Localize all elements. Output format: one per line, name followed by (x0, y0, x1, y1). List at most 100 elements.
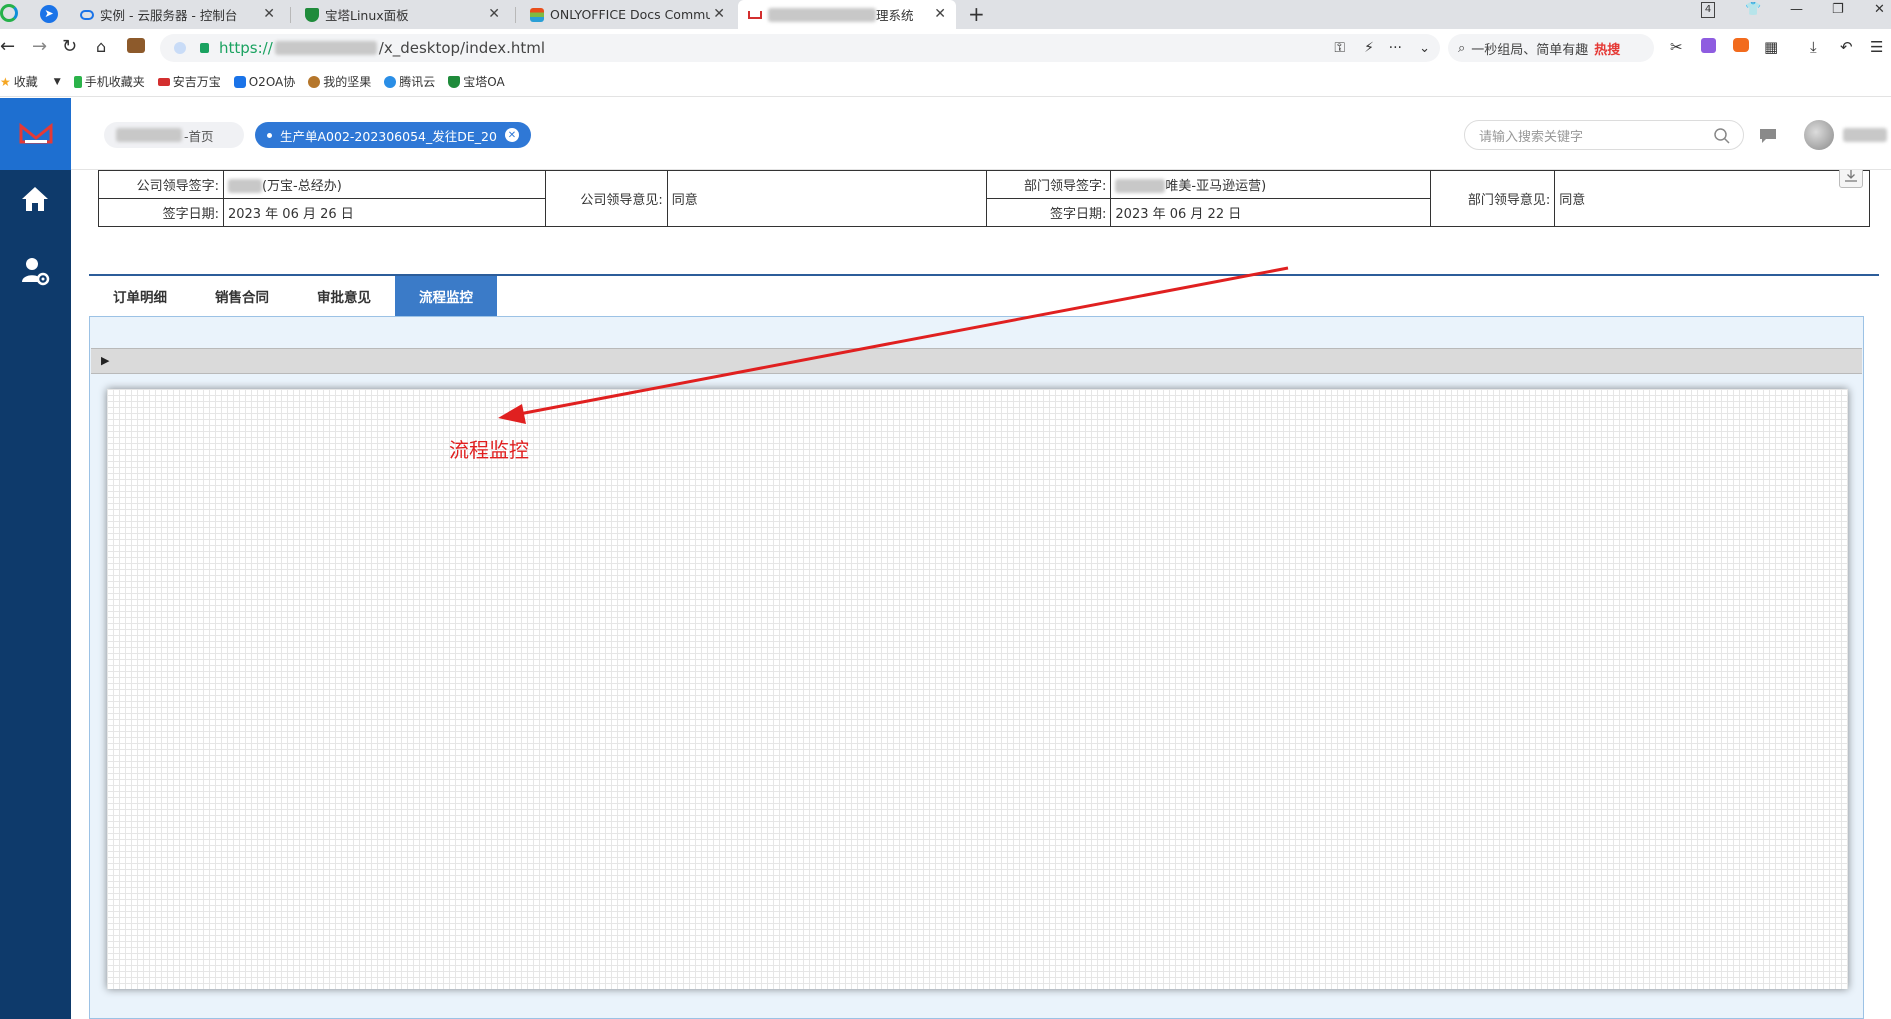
approval-sign-table: 公司领导签字: (万宝-总经办) 公司领导意见: 同意 部门领导签字: 唯美-亚… (98, 170, 1870, 227)
new-tab-button[interactable]: + (968, 2, 985, 26)
app-topbar: -首页 生产单A002-202306054_发往DE_20 ✕ 请输入搜索关键字 (71, 98, 1891, 170)
close-icon[interactable]: ✕ (934, 6, 946, 22)
company-opinion-label: 公司领导意见: (544, 170, 668, 227)
tab-sales-contract[interactable]: 销售合同 (191, 276, 293, 316)
lightning-icon[interactable]: ⚡ (1364, 40, 1374, 56)
briefcase-icon[interactable] (127, 38, 145, 53)
dept-leader-value: 唯美-亚马逊运营) (1110, 170, 1432, 199)
message-icon[interactable] (1759, 128, 1777, 144)
close-icon[interactable]: ✕ (504, 128, 519, 142)
tab-count-badge[interactable]: 4 (1701, 2, 1715, 18)
dept-opinion-label: 部门领导意见: (1430, 170, 1556, 227)
tab-title: 宝塔Linux面板 (325, 8, 409, 23)
close-window-button[interactable]: ✕ (1874, 2, 1885, 17)
browser-tab-bar: ➤ 实例 - 云服务器 - 控制台 ✕ 宝塔Linux面板 ✕ ONLYOFFI… (0, 0, 1891, 29)
avatar[interactable] (1804, 120, 1834, 150)
tab-home[interactable]: -首页 (104, 122, 244, 148)
download-icon (1845, 170, 1857, 182)
tab-process-monitor[interactable]: 流程监控 (395, 276, 497, 316)
forward-icon[interactable]: → (32, 37, 47, 57)
undo-icon[interactable]: ↶ (1840, 38, 1853, 56)
app-logo[interactable] (0, 98, 71, 170)
browser-logo-icon[interactable] (0, 4, 18, 22)
restore-button[interactable]: ❐ (1832, 2, 1844, 17)
tab-separator (290, 7, 291, 23)
search-icon: ⌕ (1458, 40, 1466, 56)
star-icon: ★ (0, 74, 11, 89)
company-date-label: 签字日期: (98, 197, 224, 227)
url-field[interactable]: https:// /x_desktop/index.html ⚿ ⚡ ··· ⌄ (160, 34, 1440, 62)
close-icon[interactable]: ✕ (488, 6, 500, 22)
bookmark-jianguo[interactable]: 我的坚果 (308, 73, 371, 90)
home-icon[interactable]: ⌂ (96, 37, 106, 57)
bookmark-label: 安吉万宝 (172, 75, 221, 89)
bookmark-baota-oa[interactable]: 宝塔OA (448, 73, 505, 90)
user-settings-icon (22, 258, 50, 286)
menu-icon[interactable]: ☰ (1870, 38, 1883, 56)
phone-icon (73, 75, 82, 88)
skin-icon[interactable]: 👕 (1745, 2, 1761, 17)
tab-label: -首页 (184, 128, 214, 144)
bookmark-o2oa[interactable]: O2OA协 (233, 73, 296, 90)
more-icon[interactable]: ··· (1389, 40, 1402, 56)
translate-icon[interactable] (1701, 38, 1716, 53)
shield-icon (448, 75, 461, 88)
search-icon[interactable] (1713, 127, 1731, 145)
search-input[interactable]: 请输入搜索关键字 (1464, 120, 1744, 150)
key-icon[interactable]: ⚿ (1334, 40, 1345, 56)
process-flow-canvas[interactable] (107, 389, 1848, 989)
browser-tab-onlyoffice[interactable]: ONLYOFFICE Docs Commun ✕ (520, 0, 735, 29)
process-monitor-panel: ▶ (89, 316, 1864, 1019)
address-bar: ← → ↻ ⌂ https:// /x_desktop/index.html ⚿… (0, 29, 1891, 67)
bookmark-label: 宝塔OA (463, 75, 505, 89)
redacted-host (274, 41, 377, 55)
game-icon[interactable] (1733, 38, 1749, 52)
table-row: 公司领导签字: (万宝-总经办) 公司领导意见: 同意 部门领导签字: 唯美-亚… (98, 170, 1870, 227)
bookmark-favorites[interactable]: ★ 收藏 ▼ (0, 73, 61, 90)
dept-date-label: 签字日期: (986, 197, 1112, 227)
sidebar-user-settings[interactable] (16, 252, 54, 290)
cloud-icon (384, 75, 397, 88)
browser-tab-cloud-console[interactable]: 实例 - 云服务器 - 控制台 ✕ (70, 0, 285, 29)
home-icon (22, 187, 48, 211)
page-info-icon[interactable] (174, 42, 186, 54)
download-button[interactable] (1839, 170, 1863, 188)
bookmark-tencent-cloud[interactable]: 腾讯云 (384, 73, 435, 90)
scissors-icon[interactable]: ✂ (1670, 38, 1683, 56)
layers-icon (530, 7, 544, 22)
close-icon[interactable]: ✕ (713, 6, 725, 22)
redacted-text (116, 128, 182, 142)
bookmark-anji[interactable]: 安吉万宝 (157, 73, 221, 90)
browser-send-icon[interactable]: ➤ (40, 5, 58, 23)
reload-icon[interactable]: ↻ (62, 37, 77, 57)
tab-order-details[interactable]: 订单明细 (89, 276, 191, 316)
apps-grid-icon[interactable]: ▦ (1764, 38, 1778, 56)
tab-approval-opinion[interactable]: 审批意见 (293, 276, 395, 316)
sidebar-home[interactable] (16, 180, 54, 218)
browser-tab-baota[interactable]: 宝塔Linux面板 ✕ (295, 0, 510, 29)
search-placeholder: 请输入搜索关键字 (1479, 129, 1584, 145)
company-leader-label: 公司领导签字: (98, 170, 224, 199)
bookmark-mobile[interactable]: 手机收藏夹 (73, 73, 145, 90)
tab-production-order[interactable]: 生产单A002-202306054_发往DE_20 ✕ (255, 122, 531, 148)
download-icon[interactable]: ⤓ (1810, 38, 1817, 56)
tab-title: ONLYOFFICE Docs Commun (550, 7, 710, 22)
app-sidebar (0, 98, 71, 1019)
hot-search-label[interactable]: 热搜 (1594, 39, 1620, 58)
company-leader-value: (万宝-总经办) (222, 170, 546, 199)
annotation-label: 流程监控 (449, 438, 529, 462)
bookmark-label: O2OA协 (248, 75, 296, 89)
nut-icon (308, 75, 321, 88)
close-icon[interactable]: ✕ (263, 6, 275, 22)
browser-search-box[interactable]: ⌕ 一秒组局、简单有趣 热搜 (1448, 34, 1654, 62)
back-icon[interactable]: ← (0, 37, 15, 57)
chevron-down-icon[interactable]: ⌄ (1419, 41, 1430, 56)
browser-tab-active[interactable]: 理系统 ✕ (738, 0, 956, 29)
page-tabs: 订单明细 销售合同 审批意见 流程监控 (89, 276, 497, 316)
app-logo-icon (748, 10, 762, 19)
expand-triangle-icon[interactable]: ▶ (101, 354, 109, 367)
redacted-username (1843, 128, 1887, 142)
collapse-toggle-bar[interactable]: ▶ (91, 348, 1862, 374)
dept-leader-label: 部门领导签字: (986, 170, 1112, 199)
minimize-button[interactable]: — (1790, 2, 1803, 17)
